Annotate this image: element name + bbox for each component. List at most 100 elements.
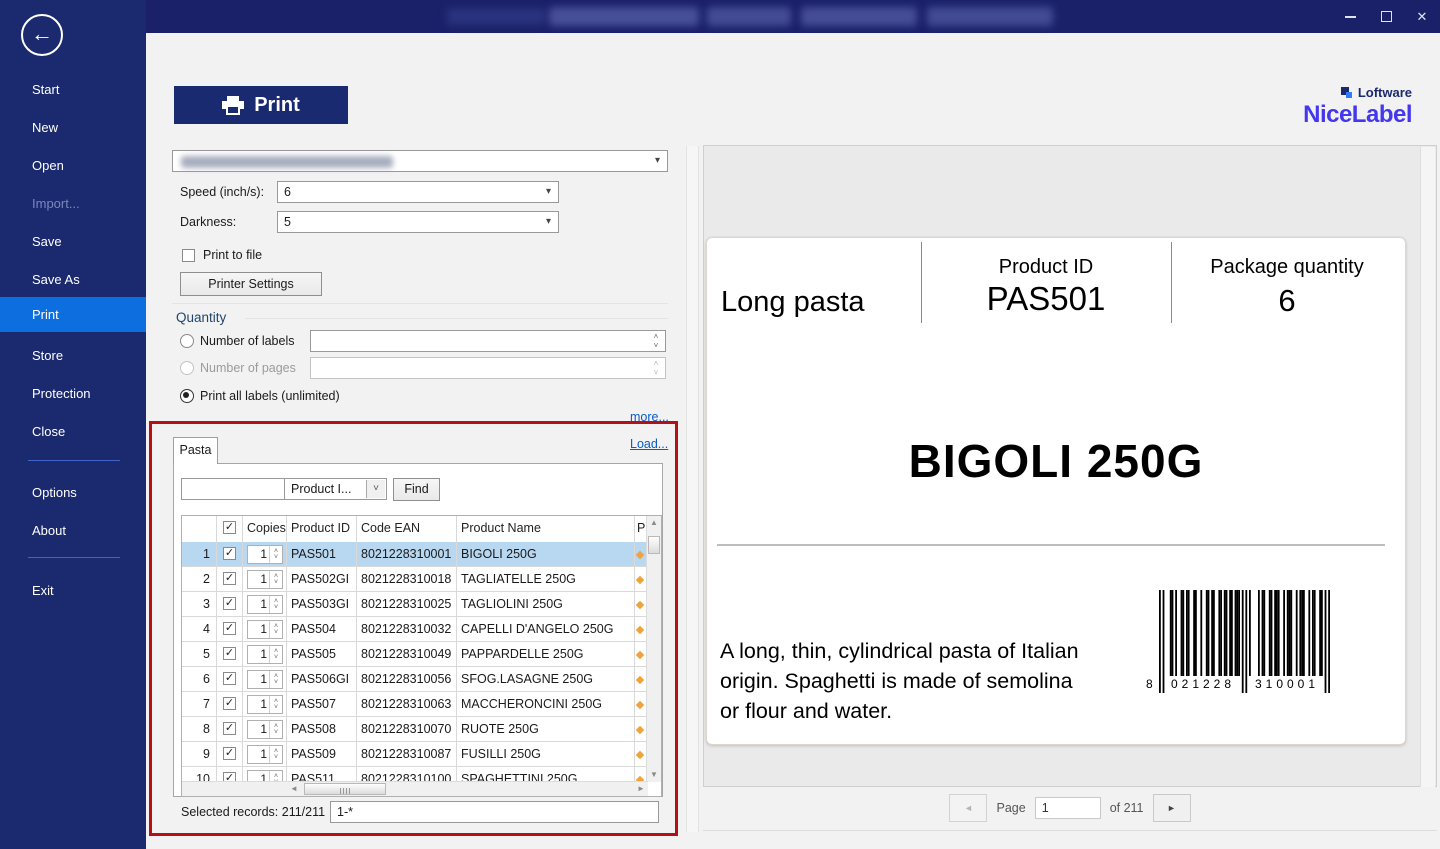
cell-product-name: CAPELLI D'ANGELO 250G [457,617,635,641]
print-to-file-checkbox[interactable] [182,249,195,262]
speed-select[interactable]: 6 ▾ [277,181,559,203]
row-checkbox[interactable]: ✓ [223,572,236,585]
partial-cell-icon [636,651,644,659]
row-checkbox[interactable]: ✓ [223,747,236,760]
header-copies[interactable]: Copies [243,516,287,542]
tab-pasta[interactable]: Pasta [173,437,218,464]
number-of-labels-radio[interactable] [180,334,194,348]
chevron-down-icon: ▾ [546,212,551,232]
record-range-value: 1-* [331,805,353,819]
copies-stepper[interactable]: 1˄˅ [247,595,283,614]
sidebar-item-open[interactable]: Open [0,155,146,177]
sidebar-item-save[interactable]: Save [0,231,146,253]
header-select-all[interactable]: ✓ [217,516,243,542]
table-row[interactable]: 5 ✓ 1˄˅ PAS505 8021228310049 PAPPARDELLE… [182,642,648,667]
table-row[interactable]: 9 ✓ 1˄˅ PAS509 8021228310087 FUSILLI 250… [182,742,648,767]
row-checkbox[interactable]: ✓ [223,697,236,710]
table-row-partial[interactable]: 10 ✓ 1˄˅ PAS511 8021228310100 SPAGHETTIN… [182,767,648,782]
sidebar-item-options[interactable]: Options [0,482,146,504]
row-checkbox[interactable]: ✓ [223,647,236,660]
scroll-left-icon[interactable]: ◄ [287,782,301,795]
cell-product-id: PAS508 [287,717,357,741]
page-number-input[interactable]: 1 [1035,797,1101,819]
table-row[interactable]: 2 ✓ 1˄˅ PAS502GI 8021228310018 TAGLIATEL… [182,567,648,592]
next-page-button[interactable]: ► [1153,794,1191,822]
header-product-id[interactable]: Product ID [287,516,357,542]
copies-stepper[interactable]: 1˄˅ [247,720,283,739]
table-row[interactable]: 1 ✓ 1˄˅ PAS501 8021228310001 BIGOLI 250G [182,542,648,567]
print-button[interactable]: Print [174,86,348,124]
scroll-up-icon[interactable]: ▲ [647,516,661,530]
print-all-labels-radio[interactable] [180,389,194,403]
scroll-right-icon[interactable]: ► [634,782,648,795]
sidebar-item-about[interactable]: About [0,520,146,542]
pane-scrollbar[interactable] [686,146,699,832]
row-checkbox[interactable]: ✓ [223,597,236,610]
scroll-down-icon[interactable]: ▼ [647,768,661,782]
cell-product-id: PAS501 [287,542,357,566]
minimize-button[interactable] [1332,0,1368,33]
table-row[interactable]: 4 ✓ 1˄˅ PAS504 8021228310032 CAPELLI D'A… [182,617,648,642]
copies-stepper[interactable]: 1˄˅ [247,570,283,589]
more-link[interactable]: more... [630,410,669,424]
sidebar-item-new[interactable]: New [0,117,146,139]
branding: Loftware NiceLabel [1250,85,1412,129]
sidebar-item-start[interactable]: Start [0,79,146,101]
header-code-ean[interactable]: Code EAN [357,516,457,542]
header-rownum [182,516,217,542]
copies-stepper[interactable]: 1˄˅ [247,645,283,664]
spinner-arrows[interactable]: ˄˅ [648,332,664,350]
copies-stepper[interactable]: 1˄˅ [247,620,283,639]
sidebar-item-close[interactable]: Close [0,421,146,443]
vscroll-thumb[interactable] [648,536,660,554]
preview-scrollbar[interactable] [1420,147,1435,787]
cell-product-id: PAS503GI [287,592,357,616]
copies-stepper[interactable]: 1˄˅ [247,745,283,764]
copies-stepper[interactable]: 1˄˅ [247,695,283,714]
printer-select[interactable]: ▾ [172,150,668,172]
sidebar-item-exit[interactable]: Exit [0,580,146,602]
search-input[interactable] [181,478,285,500]
grid-horizontal-scrollbar[interactable]: ◄ ► [182,781,648,796]
hscroll-thumb[interactable] [304,783,386,795]
printer-settings-button[interactable]: Printer Settings [180,272,322,296]
check-icon: ✓ [224,573,235,584]
back-button[interactable]: ← [21,14,63,56]
previous-page-button[interactable]: ◄ [949,794,987,822]
copies-stepper[interactable]: 1˄˅ [247,545,283,564]
record-range-input[interactable]: 1-* [330,801,659,823]
row-number: 10 [182,767,217,782]
sidebar-item-protection[interactable]: Protection [0,383,146,405]
maximize-button[interactable] [1368,0,1404,33]
cell-product-name: TAGLIOLINI 250G [457,592,635,616]
sidebar-item-save-as[interactable]: Save As [0,269,146,291]
table-row[interactable]: 6 ✓ 1˄˅ PAS506GI 8021228310056 SFOG.LASA… [182,667,648,692]
selected-records-label: Selected records: 211/211 [181,801,325,823]
close-button[interactable]: ✕ [1404,0,1440,33]
grid-vertical-scrollbar[interactable]: ▲ ▼ [646,516,661,782]
select-all-checkbox[interactable]: ✓ [223,521,236,534]
preview-footer-rule [703,830,1437,831]
header-product-name[interactable]: Product Name [457,516,635,542]
row-checkbox[interactable]: ✓ [223,672,236,685]
table-row[interactable]: 3 ✓ 1˄˅ PAS503GI 8021228310025 TAGLIOLIN… [182,592,648,617]
search-field-combo[interactable]: Product I... ˅ [284,478,387,500]
check-icon: ✓ [224,698,235,709]
number-of-pages-label: Number of pages [200,357,296,379]
row-checkbox[interactable]: ✓ [223,547,236,560]
table-row[interactable]: 7 ✓ 1˄˅ PAS507 8021228310063 MACCHERONCI… [182,692,648,717]
sidebar-divider [28,557,120,558]
combo-chevron-icon[interactable]: ˅ [366,480,385,498]
redacted-title [447,8,545,25]
copies-stepper[interactable]: 1˄˅ [247,670,283,689]
find-button[interactable]: Find [393,478,440,501]
darkness-select[interactable]: 5 ▾ [277,211,559,233]
table-row[interactable]: 8 ✓ 1˄˅ PAS508 8021228310070 RUOTE 250G [182,717,648,742]
number-of-labels-input[interactable]: ˄˅ [310,330,666,352]
row-checkbox[interactable]: ✓ [223,722,236,735]
load-link[interactable]: Load... [630,437,668,451]
sidebar-item-store[interactable]: Store [0,345,146,367]
row-checkbox[interactable]: ✓ [223,622,236,635]
cell-product-id: PAS507 [287,692,357,716]
sidebar-item-print[interactable]: Print [0,297,146,332]
